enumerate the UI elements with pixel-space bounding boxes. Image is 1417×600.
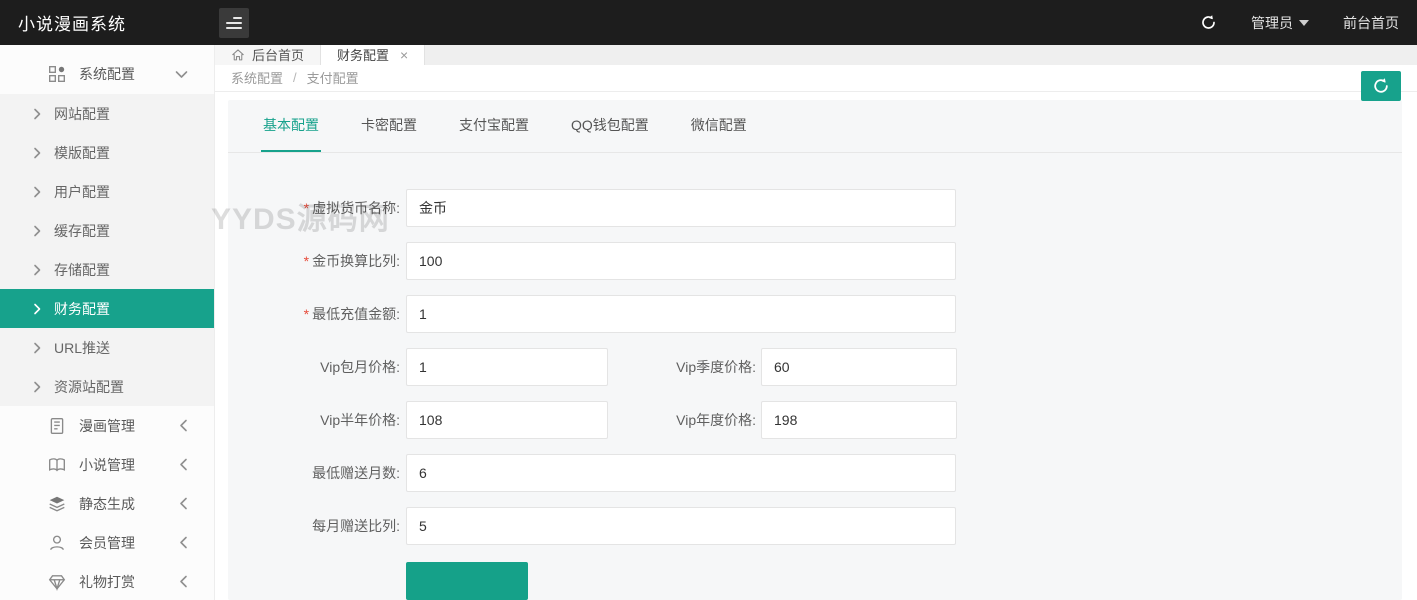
sidebar-item-storage-config[interactable]: 存储配置 bbox=[0, 250, 214, 289]
min-gift-months-input[interactable] bbox=[406, 454, 956, 492]
chevron-right-icon bbox=[33, 342, 41, 354]
sidebar-item-resource-site-config[interactable]: 资源站配置 bbox=[0, 367, 214, 406]
vip-halfyear-price-input[interactable] bbox=[406, 401, 608, 439]
form-row: Vip半年价格: Vip年度价格: bbox=[228, 401, 1402, 439]
layers-icon bbox=[48, 495, 66, 513]
min-recharge-amount-input[interactable] bbox=[406, 295, 956, 333]
vip-quarterly-price-input[interactable] bbox=[761, 348, 957, 386]
config-panel: 基本配置 卡密配置 支付宝配置 QQ钱包配置 微信配置 *虚拟货币名称: *金币… bbox=[228, 100, 1402, 600]
required-marker: * bbox=[304, 200, 309, 216]
chevron-left-icon bbox=[179, 497, 188, 510]
required-marker: * bbox=[304, 306, 309, 322]
tab-alipay-config[interactable]: 支付宝配置 bbox=[457, 100, 531, 152]
frontend-home-link[interactable]: 前台首页 bbox=[1343, 13, 1399, 33]
form-row: *虚拟货币名称: bbox=[228, 189, 1402, 227]
sidebar-item-system-config[interactable]: 系统配置 bbox=[0, 54, 214, 94]
chevron-left-icon bbox=[179, 419, 188, 432]
field-label: 最低赠送月数: bbox=[228, 463, 400, 483]
monthly-gift-ratio-input[interactable] bbox=[406, 507, 956, 545]
chevron-right-icon bbox=[33, 303, 41, 315]
sidebar-item-member-management[interactable]: 会员管理 bbox=[0, 523, 214, 562]
breadcrumb: 系统配置 / 支付配置 bbox=[215, 65, 1417, 92]
coin-exchange-ratio-input[interactable] bbox=[406, 242, 956, 280]
breadcrumb-current: 支付配置 bbox=[307, 68, 359, 87]
submit-button[interactable] bbox=[406, 562, 528, 600]
sidebar-item-gift-reward[interactable]: 礼物打赏 bbox=[0, 562, 214, 600]
sidebar-toggle-button[interactable] bbox=[219, 8, 249, 38]
sidebar-item-label: 系统配置 bbox=[79, 64, 175, 84]
admin-label: 管理员 bbox=[1251, 13, 1293, 33]
sidebar-item-novel-management[interactable]: 小说管理 bbox=[0, 445, 214, 484]
tab-basic-config[interactable]: 基本配置 bbox=[261, 100, 321, 152]
system-config-submenu: 网站配置 模版配置 用户配置 缓存配置 存储配置 bbox=[0, 94, 214, 406]
chevron-right-icon bbox=[33, 186, 41, 198]
vip-monthly-price-input[interactable] bbox=[406, 348, 608, 386]
field-label: *虚拟货币名称: bbox=[228, 198, 400, 218]
form-row: 最低赠送月数: bbox=[228, 454, 1402, 492]
vip-yearly-price-input[interactable] bbox=[761, 401, 957, 439]
breadcrumb-parent: 系统配置 bbox=[231, 68, 283, 87]
sidebar-item-user-config[interactable]: 用户配置 bbox=[0, 172, 214, 211]
form-row: Vip包月价格: Vip季度价格: bbox=[228, 348, 1402, 386]
sidebar-item-website-config[interactable]: 网站配置 bbox=[0, 94, 214, 133]
chevron-right-icon bbox=[33, 147, 41, 159]
sidebar: 系统配置 网站配置 模版配置 用户配置 bbox=[0, 45, 215, 600]
home-icon bbox=[231, 48, 245, 62]
app-title: 小说漫画系统 bbox=[0, 10, 215, 35]
content-area: 后台首页 财务配置 × 系统配置 / 支付配置 基本配置 bbox=[215, 45, 1417, 600]
tab-dashboard-home[interactable]: 后台首页 bbox=[215, 45, 321, 65]
topbar-refresh-button[interactable] bbox=[1200, 14, 1217, 31]
field-label: Vip季度价格: bbox=[608, 357, 756, 377]
sidebar-item-url-push[interactable]: URL推送 bbox=[0, 328, 214, 367]
sidebar-item-cache-config[interactable]: 缓存配置 bbox=[0, 211, 214, 250]
field-label: 每月赠送比列: bbox=[228, 516, 400, 536]
field-label: Vip包月价格: bbox=[228, 357, 400, 377]
field-label: Vip年度价格: bbox=[608, 410, 756, 430]
form-row: *最低充值金额: bbox=[228, 295, 1402, 333]
payment-config-form: *虚拟货币名称: *金币换算比列: *最低充值金额: Vip包月价格: Vip季… bbox=[228, 153, 1402, 600]
virtual-currency-name-input[interactable] bbox=[406, 189, 956, 227]
config-tabs: 基本配置 卡密配置 支付宝配置 QQ钱包配置 微信配置 bbox=[228, 100, 1402, 153]
grid-icon bbox=[48, 65, 66, 83]
sidebar-item-comic-management[interactable]: 漫画管理 bbox=[0, 406, 214, 445]
sidebar-item-static-generation[interactable]: 静态生成 bbox=[0, 484, 214, 523]
user-icon bbox=[48, 534, 66, 552]
tab-card-key-config[interactable]: 卡密配置 bbox=[359, 100, 419, 152]
chevron-right-icon bbox=[33, 381, 41, 393]
field-label: *最低充值金额: bbox=[228, 304, 400, 324]
tab-wechat-config[interactable]: 微信配置 bbox=[689, 100, 749, 152]
tab-finance-config[interactable]: 财务配置 × bbox=[321, 45, 425, 65]
required-marker: * bbox=[304, 253, 309, 269]
tab-qq-wallet-config[interactable]: QQ钱包配置 bbox=[569, 100, 651, 152]
field-label: *金币换算比列: bbox=[228, 251, 400, 271]
close-icon[interactable]: × bbox=[400, 48, 408, 62]
admin-menu[interactable]: 管理员 bbox=[1251, 13, 1309, 33]
form-row: 每月赠送比列: bbox=[228, 507, 1402, 545]
breadcrumb-separator: / bbox=[293, 70, 297, 85]
chevron-right-icon bbox=[33, 264, 41, 276]
comic-icon bbox=[48, 417, 66, 435]
sidebar-item-finance-config[interactable]: 财务配置 bbox=[0, 289, 214, 328]
form-row: *金币换算比列: bbox=[228, 242, 1402, 280]
chevron-left-icon bbox=[179, 575, 188, 588]
page-tabbar: 后台首页 财务配置 × bbox=[215, 45, 1417, 65]
gift-icon bbox=[48, 573, 66, 591]
chevron-left-icon bbox=[179, 536, 188, 549]
chevron-right-icon bbox=[33, 225, 41, 237]
refresh-icon bbox=[1200, 14, 1217, 31]
caret-down-icon bbox=[1299, 20, 1309, 26]
chevron-left-icon bbox=[179, 458, 188, 471]
panel-refresh-button[interactable] bbox=[1361, 71, 1401, 101]
book-icon bbox=[48, 456, 66, 474]
topbar: 小说漫画系统 管理员 前台首页 bbox=[0, 0, 1417, 45]
chevron-down-icon bbox=[175, 70, 188, 79]
field-label: Vip半年价格: bbox=[228, 410, 400, 430]
chevron-right-icon bbox=[33, 108, 41, 120]
sidebar-item-template-config[interactable]: 模版配置 bbox=[0, 133, 214, 172]
refresh-icon bbox=[1372, 77, 1390, 95]
